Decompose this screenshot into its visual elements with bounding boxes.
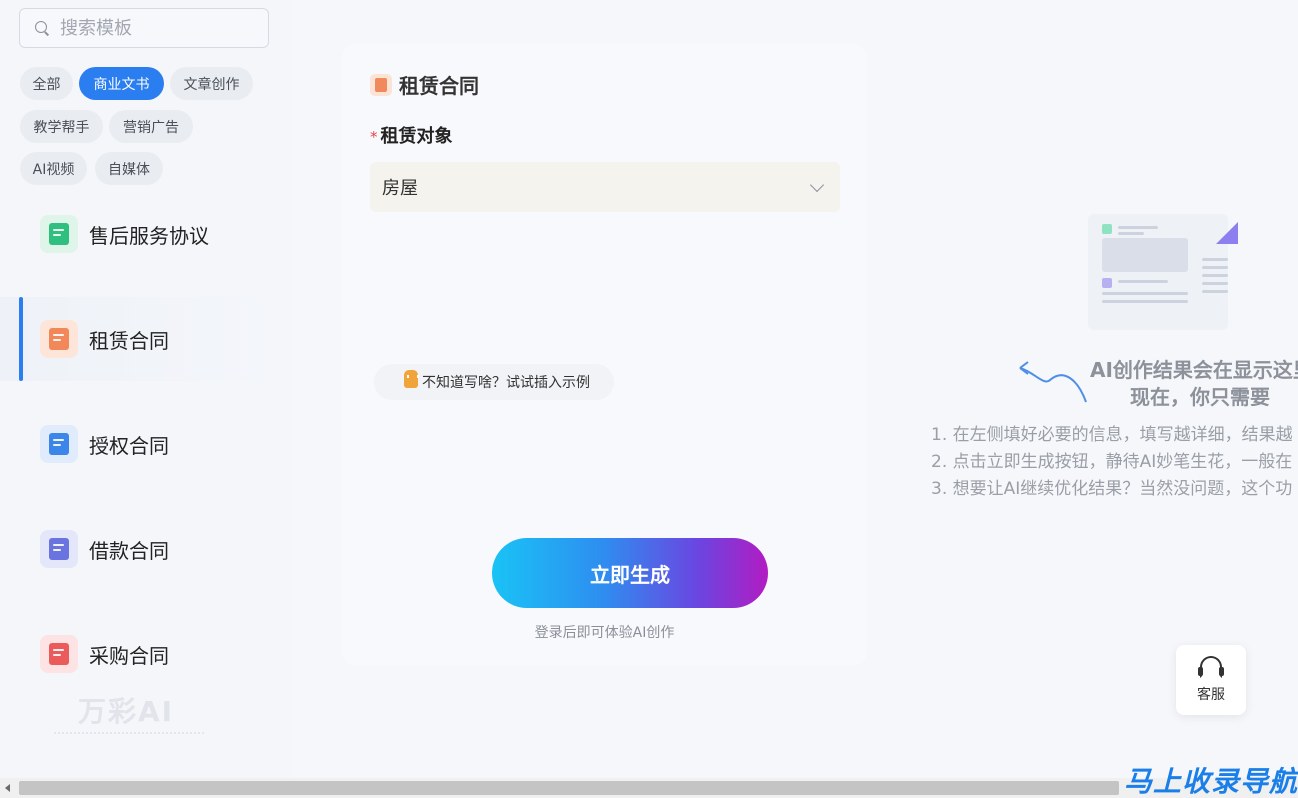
robot-icon — [404, 370, 419, 388]
template-item-loan[interactable]: 借款合同 — [0, 507, 292, 591]
tag-teaching-helper[interactable]: 教学帮手 — [20, 110, 103, 143]
scrollbar-thumb[interactable] — [19, 781, 1119, 795]
form-title: 租赁合同 — [399, 74, 479, 98]
tag-article-writing[interactable]: 文章创作 — [170, 67, 253, 100]
form-header: 租赁合同 — [370, 70, 479, 99]
chevron-down-icon — [809, 177, 825, 193]
horizontal-scrollbar[interactable] — [0, 778, 1298, 798]
template-item-lease[interactable]: 租赁合同 — [0, 297, 292, 381]
template-item-after-sales[interactable]: 售后服务协议 — [0, 192, 292, 276]
generate-button[interactable]: 立即生成 — [492, 538, 768, 608]
tag-self-media[interactable]: 自媒体 — [95, 152, 163, 185]
sidebar: 全部 商业文书 文章创作 教学帮手 营销广告 AI视频 自媒体 售后服务协议 租… — [0, 0, 292, 778]
tag-all[interactable]: 全部 — [20, 67, 73, 100]
contract-star-icon — [40, 320, 78, 358]
tag-business-docs[interactable]: 商业文书 — [79, 67, 164, 100]
brand-watermark: 马上收录导航 — [1123, 765, 1298, 798]
search-icon — [34, 20, 50, 36]
required-mark: * — [370, 128, 378, 146]
watermark-divider — [54, 732, 204, 740]
purchase-icon — [40, 635, 78, 673]
tag-marketing-ads[interactable]: 营销广告 — [109, 110, 193, 143]
form-card: 租赁合同 * 租赁对象 房屋 不知道写啥？试试插入示例 立即生成 登录后即可体验A… — [342, 44, 867, 666]
template-item-authorization[interactable]: 授权合同 — [0, 402, 292, 486]
scroll-left-icon[interactable] — [5, 784, 10, 792]
select-value: 房屋 — [382, 178, 418, 199]
field-label-text: 租赁对象 — [380, 126, 453, 147]
active-indicator — [19, 297, 23, 381]
template-item-label: 租赁合同 — [89, 328, 169, 353]
login-tip: 登录后即可体验AI创作 — [534, 625, 675, 641]
template-item-label: 售后服务协议 — [89, 223, 209, 248]
document-check-icon — [40, 215, 78, 253]
headset-icon — [1198, 656, 1224, 678]
document-illustration-icon — [1088, 214, 1240, 334]
step-2: 2. 点击立即生成按钮，静待AI妙笔生花，一般在 — [931, 452, 1293, 472]
lease-object-select[interactable]: 房屋 — [370, 162, 840, 212]
template-item-purchase[interactable]: 采购合同 — [0, 612, 292, 696]
authorization-icon — [40, 425, 78, 463]
step-3: 3. 想要让AI继续优化结果？当然没问题，这个功 — [931, 479, 1293, 499]
search-box[interactable] — [19, 8, 269, 48]
result-title: AI创作结果会在显示这里 — [1090, 358, 1298, 382]
template-item-label: 采购合同 — [89, 643, 169, 668]
watermark-logo: 万彩AI — [78, 695, 175, 728]
hint-text: 不知道写啥？试试插入示例 — [422, 375, 590, 391]
service-label: 客服 — [1197, 687, 1225, 703]
template-item-label: 借款合同 — [89, 538, 169, 563]
customer-service-button[interactable]: 客服 — [1176, 645, 1246, 715]
result-subtitle: 现在，你只需要 — [1130, 385, 1270, 409]
insert-example-hint[interactable]: 不知道写啥？试试插入示例 — [374, 364, 614, 400]
step-1: 1. 在左侧填好必要的信息，填写越详细，结果越 — [931, 425, 1293, 445]
field-label: * 租赁对象 — [370, 122, 453, 148]
loan-icon — [40, 530, 78, 568]
instruction-steps: 1. 在左侧填好必要的信息，填写越详细，结果越 2. 点击立即生成按钮，静待AI… — [931, 422, 1298, 503]
curved-arrow-icon — [1019, 361, 1087, 403]
contract-icon — [370, 73, 392, 96]
template-item-label: 授权合同 — [89, 433, 169, 458]
search-input[interactable] — [60, 17, 260, 39]
tag-ai-video[interactable]: AI视频 — [20, 152, 87, 185]
